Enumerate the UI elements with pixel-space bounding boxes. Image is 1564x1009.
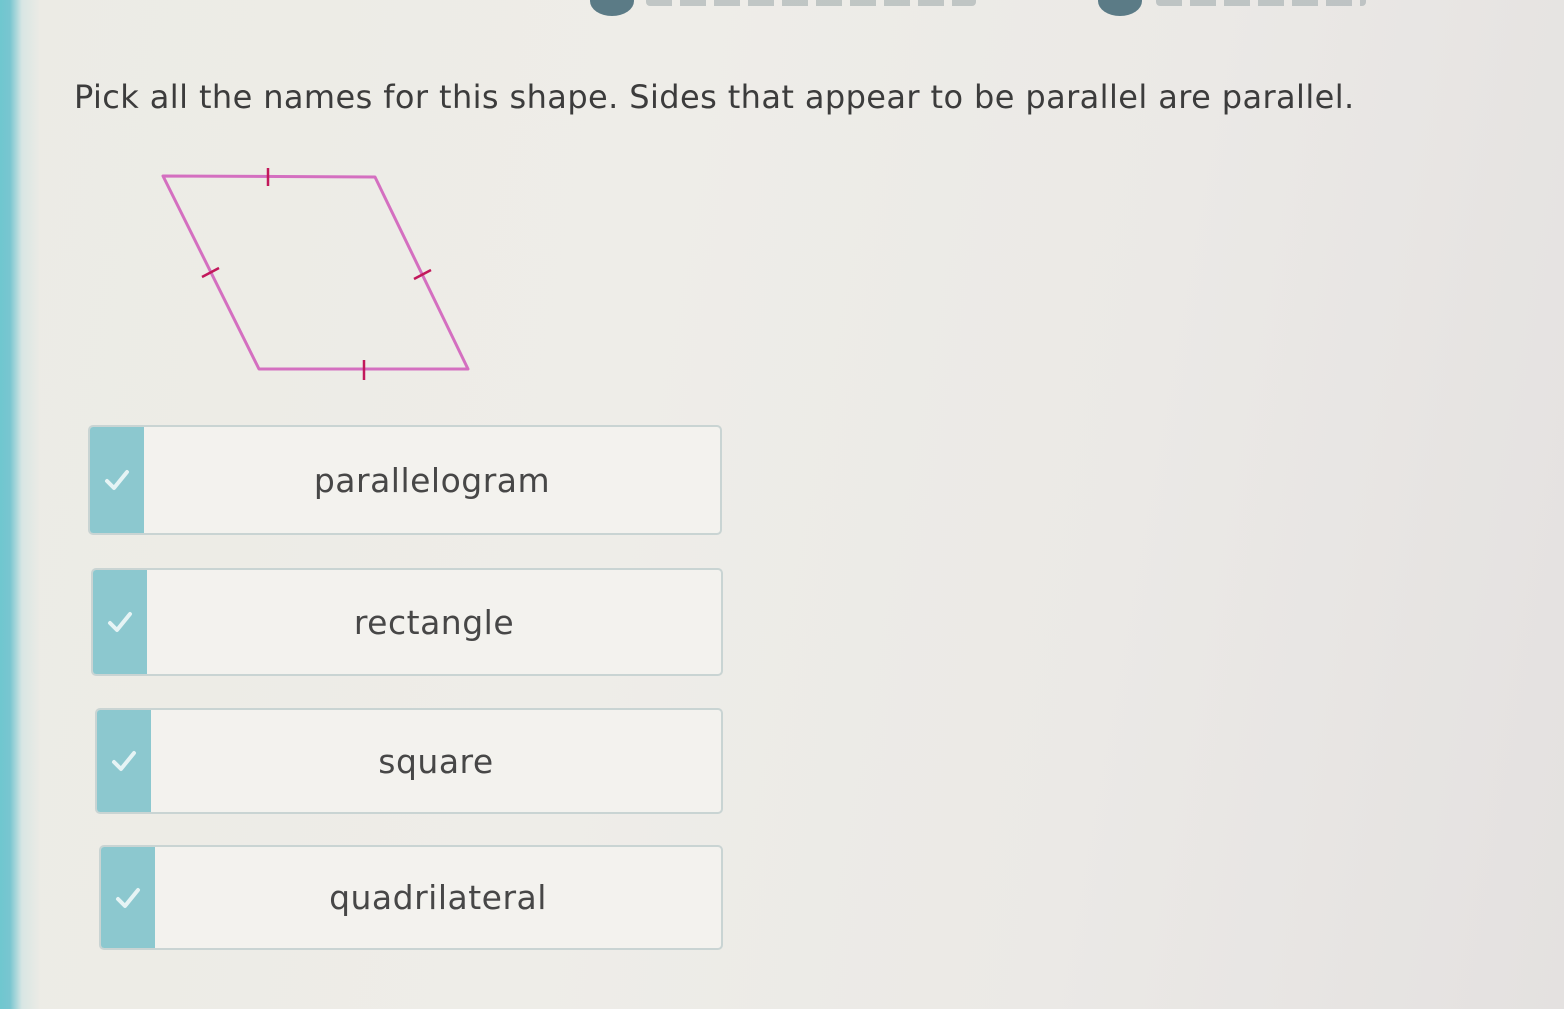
choice-checkbox[interactable] <box>97 710 151 812</box>
choice-parallelogram[interactable]: parallelogram <box>88 425 722 535</box>
rhombus-figure <box>161 168 470 380</box>
choice-rectangle[interactable]: rectangle <box>91 568 723 676</box>
choice-label: quadrilateral <box>329 878 547 917</box>
choice-quadrilateral[interactable]: quadrilateral <box>99 845 723 950</box>
check-icon <box>116 887 140 908</box>
help-example-icon[interactable] <box>590 0 634 16</box>
help-video-link[interactable] <box>1156 0 1366 6</box>
question-prompt: Pick all the names for this shape. Sides… <box>74 78 1355 116</box>
help-video-icon[interactable] <box>1098 0 1142 16</box>
check-icon <box>108 612 132 632</box>
choice-label: square <box>378 741 494 781</box>
left-accent-strip <box>0 0 40 1009</box>
choice-checkbox[interactable] <box>90 427 144 533</box>
check-icon <box>105 470 129 490</box>
check-icon <box>112 751 136 771</box>
choice-checkbox[interactable] <box>101 847 155 948</box>
choice-label: parallelogram <box>313 460 551 500</box>
choice-checkbox[interactable] <box>93 570 147 674</box>
choice-label: rectangle <box>353 602 515 642</box>
top-help-bar <box>0 0 1564 20</box>
choice-square[interactable]: square <box>95 708 723 814</box>
help-example-link[interactable] <box>646 0 976 6</box>
